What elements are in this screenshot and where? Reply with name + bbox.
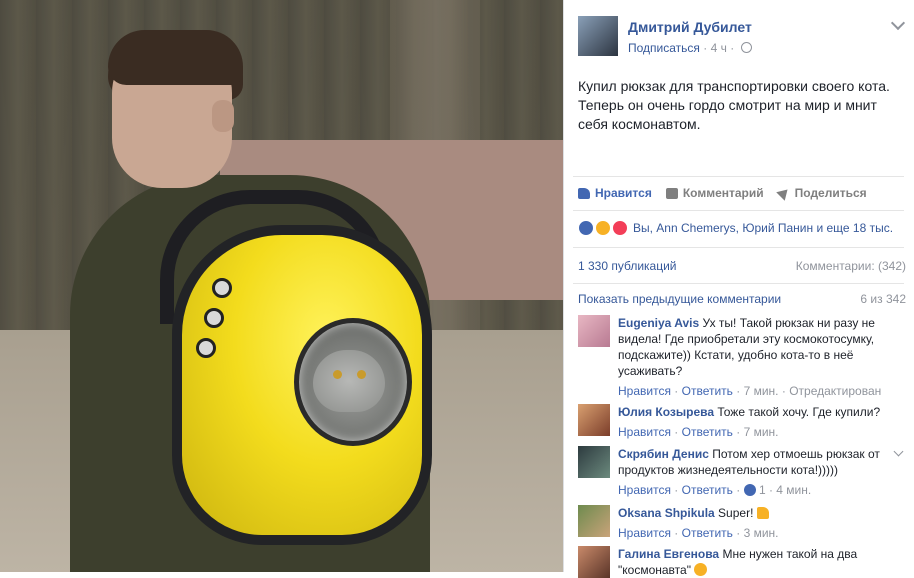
comment-time[interactable]: 4 мин. xyxy=(776,483,811,497)
comment-reply-link[interactable]: Ответить xyxy=(682,483,733,497)
post-text: Купил рюкзак для транспортировки своего … xyxy=(578,78,890,132)
avatar[interactable] xyxy=(578,546,610,578)
vent-hole xyxy=(196,338,216,358)
comment-like-link[interactable]: Нравится xyxy=(618,384,671,398)
comment-footer: Нравится · Ответить · 7 мин. xyxy=(618,425,779,439)
meta-dot-2: · xyxy=(730,41,738,55)
love-reaction-icon xyxy=(612,220,628,236)
comment-footer: Нравится · Ответить · 7 мин. · Отредакти… xyxy=(618,384,882,398)
comment-body: Скрябин Денис Потом хер отмоешь рюкзак о… xyxy=(618,446,903,498)
globe-icon xyxy=(740,42,752,53)
meta-dot: · xyxy=(703,41,711,55)
comments-pager: 6 из 342 xyxy=(860,292,906,306)
comment-time[interactable]: 7 мин. xyxy=(744,425,779,439)
comment-like-link[interactable]: Нравится xyxy=(618,483,671,497)
haha-reaction-icon xyxy=(595,220,611,236)
comment-time[interactable]: 3 мин. xyxy=(744,526,779,540)
commenter-name[interactable]: Oksana Shpikula xyxy=(618,506,715,520)
subscribe-link[interactable]: Подписаться xyxy=(628,41,700,55)
post-time[interactable]: 4 ч xyxy=(711,41,727,55)
author-name[interactable]: Дмитрий Дубилет xyxy=(628,19,752,35)
comment-label: Комментарий xyxy=(682,186,764,200)
commenter-name[interactable]: Юлия Козырева xyxy=(618,405,714,419)
smile-emoji-icon xyxy=(694,563,708,576)
post-stats: 1 330 публикаций Комментарии: (342) xyxy=(578,259,906,273)
post-actions: Нравится Комментарий Поделиться xyxy=(578,185,881,201)
comment-icon xyxy=(665,187,678,199)
thumbs-up-emoji-icon xyxy=(756,507,769,519)
comment-like-link[interactable]: Нравится xyxy=(618,425,671,439)
comment-text: Тоже такой хочу. Где купили? xyxy=(717,405,881,419)
like-reaction-icon xyxy=(578,220,594,236)
divider xyxy=(573,176,904,177)
reactions-row[interactable]: Вы, Ann Chemerys, Юрий Панин и еще 18 ты… xyxy=(578,220,893,236)
previous-comments: Показать предыдущие комментарии 6 из 342 xyxy=(578,292,906,306)
comment-reply-link[interactable]: Ответить xyxy=(682,526,733,540)
comment-reply-link[interactable]: Ответить xyxy=(682,425,733,439)
like-button[interactable]: Нравится xyxy=(578,186,652,200)
comment-footer: Нравится · Ответить · 3 мин. xyxy=(618,526,779,540)
comment-text: Super! xyxy=(718,506,754,520)
man-ear xyxy=(212,100,234,132)
like-label: Нравится xyxy=(595,186,652,200)
comment-body: Oksana Shpikula Super! Нравится · Ответи… xyxy=(618,505,903,541)
comment-body: Юлия Козырева Тоже такой хочу. Где купил… xyxy=(618,404,903,440)
like-badge-icon xyxy=(743,484,756,496)
comment-likes-count[interactable]: 1 xyxy=(759,483,766,497)
cat-eye xyxy=(357,370,366,379)
author-avatar[interactable] xyxy=(578,16,618,56)
man-hair-top xyxy=(108,30,243,85)
comment-body: Eugeniya Avis Ух ты! Такой рюкзак ни раз… xyxy=(618,315,903,399)
reactions-text: Вы, Ann Chemerys, Юрий Панин и еще 18 ты… xyxy=(633,221,894,235)
comment-like-link[interactable]: Нравится xyxy=(618,526,671,540)
vent-hole xyxy=(212,278,232,298)
cat-eye xyxy=(333,370,342,379)
comment-edited[interactable]: Отредактирован xyxy=(789,384,881,398)
avatar[interactable] xyxy=(578,315,610,347)
avatar[interactable] xyxy=(578,446,610,478)
commenter-name[interactable]: Скрябин Денис xyxy=(618,447,709,461)
divider xyxy=(573,283,904,284)
comments-count[interactable]: Комментарии: (342) xyxy=(796,259,906,273)
thumbs-up-icon xyxy=(578,187,590,199)
share-label: Поделиться xyxy=(794,186,867,200)
post-meta: Подписаться · 4 ч · xyxy=(628,41,752,55)
divider xyxy=(573,210,904,211)
avatar[interactable] xyxy=(578,505,610,537)
comment-body: Галина Евгенова Мне нужен такой на два "… xyxy=(618,546,903,578)
comment-reply-link[interactable]: Ответить xyxy=(682,384,733,398)
cat xyxy=(313,350,385,412)
shares-count[interactable]: 1 330 публикаций xyxy=(578,259,677,273)
comment-button[interactable]: Комментарий xyxy=(665,186,764,200)
comment-footer: Нравится · Ответить · 1 · 4 мин. xyxy=(618,483,812,497)
share-button[interactable]: Поделиться xyxy=(775,185,867,201)
commenter-name[interactable]: Галина Евгенова xyxy=(618,547,719,561)
comment-time[interactable]: 7 мин. xyxy=(744,384,779,398)
show-previous-link[interactable]: Показать предыдущие комментарии xyxy=(578,292,781,306)
commenter-name[interactable]: Eugeniya Avis xyxy=(618,316,699,330)
post-photo[interactable] xyxy=(0,0,563,572)
vent-hole xyxy=(204,308,224,328)
share-icon xyxy=(775,185,792,201)
divider xyxy=(573,247,904,248)
avatar[interactable] xyxy=(578,404,610,436)
